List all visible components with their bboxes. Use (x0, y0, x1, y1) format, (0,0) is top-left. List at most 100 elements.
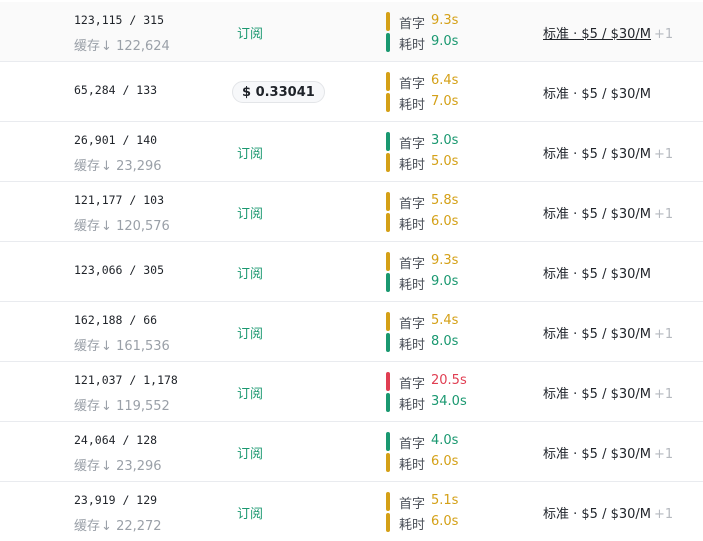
cache-arrow-icon: ↓ (101, 399, 112, 414)
ttft-indicator-bar (386, 192, 390, 211)
cache-info: 缓存↓ 23,296 (74, 455, 162, 474)
pricing-text: 标准 · $5 / $30/M +1 (543, 443, 673, 462)
table-row[interactable]: 162,188 / 66 缓存↓ 161,536 订阅 首字 5.4s 耗时 8… (0, 302, 703, 362)
table-row[interactable]: 24,064 / 128 缓存↓ 23,296 订阅 首字 4.0s 耗时 6.… (0, 422, 703, 482)
duration-indicator-bar (386, 273, 390, 292)
duration-indicator-bar (386, 93, 390, 112)
pricing-text: 标准 · $5 / $30/M (543, 263, 651, 282)
token-count: 24,064 / 128 (74, 433, 158, 447)
cache-label: 缓存 (74, 159, 101, 174)
pricing-label: 标准 · $5 / $30/M (543, 327, 651, 342)
ttft-indicator-bar (386, 252, 390, 271)
pricing-label: 标准 · $5 / $30/M (543, 87, 651, 102)
duration-label: 耗时 (399, 38, 426, 53)
timing-cell: 首字 5.1s 耗时 6.0s (386, 490, 496, 534)
pricing-text: 标准 · $5 / $30/M (543, 83, 651, 102)
timing-cell: 首字 9.3s 耗时 9.0s (386, 10, 496, 54)
pricing-label: 标准 · $5 / $30/M (543, 507, 651, 522)
billing-type: 订阅 (237, 507, 264, 522)
ttft-value: 5.4s (431, 313, 459, 328)
billing-type: 订阅 (237, 147, 264, 162)
ttft-value: 5.8s (431, 193, 459, 208)
token-cell: 162,188 / 66 缓存↓ 161,536 (74, 302, 224, 362)
cache-info: 缓存↓ 119,552 (74, 395, 170, 414)
pricing-extra: +1 (654, 147, 674, 162)
cache-arrow-icon: ↓ (101, 219, 112, 234)
pricing-extra: +1 (654, 447, 674, 462)
pricing-extra: +1 (654, 327, 674, 342)
duration-value: 5.0s (431, 154, 459, 169)
token-count: 162,188 / 66 (74, 313, 158, 327)
pricing-extra: +1 (654, 27, 674, 42)
table-row[interactable]: 26,901 / 140 缓存↓ 23,296 订阅 首字 3.0s 耗时 5.… (0, 122, 703, 182)
duration-value: 6.0s (431, 214, 459, 229)
cache-info: 缓存↓ 120,576 (74, 215, 170, 234)
pricing-label: 标准 · $5 / $30/M (543, 267, 651, 282)
token-count: 123,115 / 315 (74, 13, 165, 27)
token-count: 26,901 / 140 (74, 133, 158, 147)
billing-type: 订阅 (237, 447, 264, 462)
pricing-link[interactable]: 标准 · $5 / $30/M +1 (543, 23, 673, 42)
duration-indicator-bar (386, 513, 390, 532)
token-cell: 123,115 / 315 缓存↓ 122,624 (74, 2, 224, 62)
cache-label: 缓存 (74, 519, 101, 534)
billing-type: 订阅 (237, 207, 264, 222)
ttft-indicator-bar (386, 312, 390, 331)
duration-label: 耗时 (399, 338, 426, 353)
cache-value: 120,576 (116, 219, 170, 234)
table-row[interactable]: 123,115 / 315 缓存↓ 122,624 订阅 首字 9.3s 耗时 … (0, 2, 703, 62)
cost-badge: $ 0.33041 (232, 81, 325, 103)
cache-arrow-icon: ↓ (101, 459, 112, 474)
token-count: 23,919 / 129 (74, 493, 158, 507)
cache-arrow-icon: ↓ (101, 519, 112, 534)
ttft-label: 首字 (399, 137, 426, 152)
table-row[interactable]: 121,037 / 1,178 缓存↓ 119,552 订阅 首字 20.5s … (0, 362, 703, 422)
table-row[interactable]: 65,284 / 133 $ 0.33041 首字 6.4s 耗时 7.0s 标… (0, 62, 703, 122)
billing-type: 订阅 (237, 27, 264, 42)
pricing-extra: +1 (654, 507, 674, 522)
cache-value: 161,536 (116, 339, 170, 354)
table-row[interactable]: 123,066 / 305 订阅 首字 9.3s 耗时 9.0s 标准 · $5… (0, 242, 703, 302)
duration-label: 耗时 (399, 398, 426, 413)
duration-value: 9.0s (431, 274, 459, 289)
pricing-text: 标准 · $5 / $30/M +1 (543, 203, 673, 222)
token-count: 123,066 / 305 (74, 263, 165, 277)
duration-indicator-bar (386, 33, 390, 52)
cache-info: 缓存↓ 161,536 (74, 335, 170, 354)
duration-label: 耗时 (399, 98, 426, 113)
table-row[interactable]: 23,919 / 129 缓存↓ 22,272 订阅 首字 5.1s 耗时 6.… (0, 482, 703, 541)
ttft-indicator-bar (386, 132, 390, 151)
cache-arrow-icon: ↓ (101, 339, 112, 354)
timing-cell: 首字 3.0s 耗时 5.0s (386, 130, 496, 174)
cache-label: 缓存 (74, 219, 101, 234)
duration-indicator-bar (386, 333, 390, 352)
ttft-indicator-bar (386, 492, 390, 511)
ttft-indicator-bar (386, 12, 390, 31)
ttft-label: 首字 (399, 437, 426, 452)
billing-type: 订阅 (237, 387, 264, 402)
duration-indicator-bar (386, 153, 390, 172)
duration-indicator-bar (386, 393, 390, 412)
token-cell: 24,064 / 128 缓存↓ 23,296 (74, 422, 224, 482)
duration-value: 9.0s (431, 34, 459, 49)
duration-label: 耗时 (399, 458, 426, 473)
ttft-label: 首字 (399, 497, 426, 512)
timing-cell: 首字 9.3s 耗时 9.0s (386, 250, 496, 294)
cache-arrow-icon: ↓ (101, 39, 112, 54)
pricing-text: 标准 · $5 / $30/M +1 (543, 143, 673, 162)
ttft-value: 5.1s (431, 493, 459, 508)
table-row[interactable]: 121,177 / 103 缓存↓ 120,576 订阅 首字 5.8s 耗时 … (0, 182, 703, 242)
ttft-value: 4.0s (431, 433, 459, 448)
ttft-label: 首字 (399, 317, 426, 332)
token-cell: 121,037 / 1,178 缓存↓ 119,552 (74, 362, 224, 422)
timing-cell: 首字 20.5s 耗时 34.0s (386, 370, 496, 414)
ttft-value: 20.5s (431, 373, 467, 388)
duration-label: 耗时 (399, 218, 426, 233)
duration-value: 34.0s (431, 394, 467, 409)
cache-info: 缓存↓ 122,624 (74, 35, 170, 54)
ttft-indicator-bar (386, 372, 390, 391)
pricing-label: 标准 · $5 / $30/M (543, 207, 651, 222)
token-cell: 65,284 / 133 (74, 62, 224, 122)
token-count: 65,284 / 133 (74, 83, 158, 97)
billing-type: 订阅 (237, 327, 264, 342)
